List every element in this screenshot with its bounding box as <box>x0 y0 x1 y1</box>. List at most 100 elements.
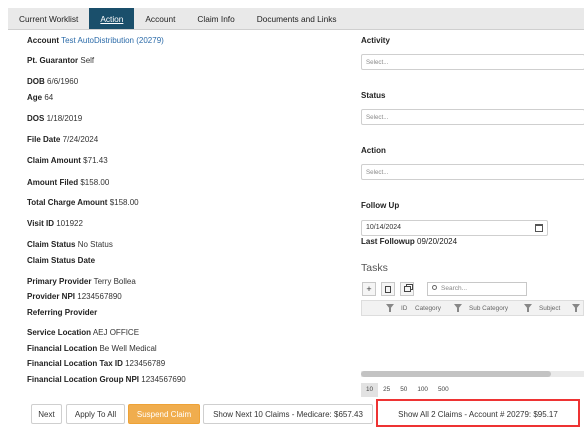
save-tasks-button[interactable] <box>381 282 395 296</box>
tasks-title: Tasks <box>361 262 388 274</box>
activity-select[interactable]: Select... <box>361 54 584 70</box>
last-followup-field: Last Followup 09/20/2024 <box>361 237 457 246</box>
guarantor-field: Pt. Guarantor Self <box>27 56 94 65</box>
dos-field: DOS 1/18/2019 <box>27 114 82 123</box>
column-header-subject[interactable]: Subject <box>539 305 560 312</box>
fin-tax-id-value: 123456789 <box>125 359 166 368</box>
account-field: Account Test AutoDistribution (20279) <box>27 36 164 45</box>
tab-documents-and-links[interactable]: Documents and Links <box>246 8 348 29</box>
total-charge-value: $158.00 <box>109 198 139 207</box>
visit-id-field: Visit ID 101922 <box>27 219 83 228</box>
tab-current-worklist[interactable]: Current Worklist <box>8 8 89 29</box>
primary-provider-value: Terry Bollea <box>93 277 136 286</box>
page-size-10[interactable]: 10 <box>361 383 379 397</box>
activity-label: Activity <box>361 36 390 45</box>
dos-label: DOS <box>27 114 45 123</box>
financial-location-value: Be Well Medical <box>99 344 157 353</box>
page-size-25[interactable]: 25 <box>378 383 395 397</box>
service-location-label: Service Location <box>27 328 92 337</box>
total-charge-field: Total Charge Amount $158.00 <box>27 198 139 207</box>
scrollbar-thumb[interactable] <box>361 371 551 377</box>
claim-amount-field: Claim Amount $71.43 <box>27 156 108 165</box>
action-label: Action <box>361 146 386 155</box>
fin-group-npi-label: Financial Location Group NPI <box>27 375 140 384</box>
filter-icon[interactable] <box>386 304 394 312</box>
financial-location-label: Financial Location <box>27 344 98 353</box>
guarantor-label: Pt. Guarantor <box>27 56 79 65</box>
tasks-horizontal-scrollbar[interactable] <box>361 371 584 377</box>
file-date-field: File Date 7/24/2024 <box>27 135 98 144</box>
filter-icon[interactable] <box>454 304 462 312</box>
column-header-sub-category[interactable]: Sub Category <box>469 305 508 312</box>
account-link[interactable]: Test AutoDistribution (20279) <box>61 36 164 45</box>
copy-icon <box>403 286 411 292</box>
show-next-claims-button[interactable]: Show Next 10 Claims - Medicare: $657.43 <box>203 404 373 424</box>
action-select[interactable]: Select... <box>361 164 584 180</box>
dob-field: DOB 6/6/1960 <box>27 77 78 86</box>
follow-up-date-input[interactable]: 10/14/2024 <box>361 220 548 236</box>
dob-value: 6/6/1960 <box>47 77 79 86</box>
fin-tax-id-field: Financial Location Tax ID 123456789 <box>27 359 165 368</box>
tab-action[interactable]: Action <box>89 8 135 29</box>
status-select[interactable]: Select... <box>361 109 584 125</box>
filter-icon[interactable] <box>572 304 580 312</box>
copy-tasks-button[interactable] <box>400 282 414 296</box>
task-search-placeholder: Search... <box>441 285 468 292</box>
search-icon <box>432 285 437 290</box>
claim-status-label: Claim Status <box>27 240 76 249</box>
claim-status-date-field: Claim Status Date <box>27 256 95 265</box>
total-charge-label: Total Charge Amount <box>27 198 108 207</box>
apply-to-all-button[interactable]: Apply To All <box>66 404 125 424</box>
page-size-500[interactable]: 500 <box>433 383 454 397</box>
provider-npi-field: Provider NPI 1234567890 <box>27 292 122 301</box>
account-label: Account <box>27 36 59 45</box>
plus-icon: + <box>366 284 372 294</box>
column-header-id[interactable]: ID <box>401 305 407 312</box>
dob-label: DOB <box>27 77 45 86</box>
primary-provider-field: Primary Provider Terry Bollea <box>27 277 136 286</box>
age-value: 64 <box>44 93 54 102</box>
amount-filed-field: Amount Filed $158.00 <box>27 178 109 187</box>
age-field: Age 64 <box>27 93 53 102</box>
filter-icon[interactable] <box>524 304 532 312</box>
amount-filed-label: Amount Filed <box>27 178 79 187</box>
tab-claim-info[interactable]: Claim Info <box>186 8 245 29</box>
financial-location-field: Financial Location Be Well Medical <box>27 344 157 353</box>
service-location-field: Service Location AEJ OFFICE <box>27 328 139 337</box>
last-followup-value: 09/20/2024 <box>417 237 458 246</box>
claim-status-date-label: Claim Status Date <box>27 256 96 265</box>
claim-status-value: No Status <box>77 240 113 249</box>
age-label: Age <box>27 93 43 102</box>
calendar-icon[interactable] <box>535 224 543 232</box>
file-date-label: File Date <box>27 135 61 144</box>
tasks-grid-header: ID Category Sub Category Subject <box>361 300 584 316</box>
add-task-button[interactable]: + <box>362 282 376 296</box>
column-header-category[interactable]: Category <box>415 305 441 312</box>
follow-up-date-value: 10/14/2024 <box>366 224 402 231</box>
visit-id-label: Visit ID <box>27 219 54 228</box>
task-search-input[interactable]: Search... <box>427 282 527 296</box>
suspend-claim-button[interactable]: Suspend Claim <box>128 404 200 424</box>
provider-npi-label: Provider NPI <box>27 292 76 301</box>
tab-bar: Current Worklist Action Account Claim In… <box>8 8 584 30</box>
guarantor-value: Self <box>80 56 95 65</box>
provider-npi-value: 1234567890 <box>77 292 122 301</box>
fin-group-npi-value: 1234567690 <box>141 375 186 384</box>
claim-status-field: Claim Status No Status <box>27 240 113 249</box>
page-size-100[interactable]: 100 <box>412 383 433 397</box>
dos-value: 1/18/2019 <box>46 114 83 123</box>
follow-up-label: Follow Up <box>361 201 400 210</box>
document-icon <box>385 285 391 293</box>
page-size-50[interactable]: 50 <box>395 383 412 397</box>
tab-account[interactable]: Account <box>134 8 186 29</box>
service-location-value: AEJ OFFICE <box>92 328 140 337</box>
referring-provider-field: Referring Provider <box>27 308 97 317</box>
next-button[interactable]: Next <box>31 404 62 424</box>
highlight-box <box>376 399 580 427</box>
file-date-value: 7/24/2024 <box>62 135 99 144</box>
fin-group-npi-field: Financial Location Group NPI 1234567690 <box>27 375 186 384</box>
referring-provider-label: Referring Provider <box>27 308 98 317</box>
amount-filed-value: $158.00 <box>80 178 110 187</box>
page-size-selector: 10 25 50 100 500 <box>361 383 454 397</box>
claim-amount-label: Claim Amount <box>27 156 81 165</box>
